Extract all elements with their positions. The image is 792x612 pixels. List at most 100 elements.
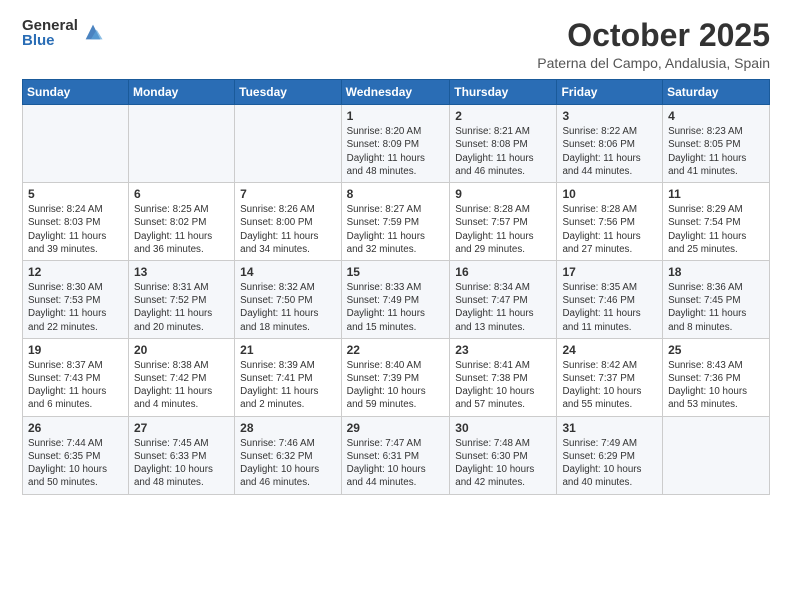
- day-info: Sunrise: 8:22 AM Sunset: 8:06 PM Dayligh…: [562, 125, 657, 178]
- title-area: October 2025 Paterna del Campo, Andalusi…: [537, 18, 770, 71]
- weekday-header-monday: Monday: [128, 80, 234, 105]
- calendar-day-6: 6 Sunrise: 8:25 AM Sunset: 8:02 PM Daylig…: [128, 183, 234, 261]
- day-info: Sunrise: 8:20 AM Sunset: 8:09 PM Dayligh…: [347, 125, 445, 178]
- weekday-header-friday: Friday: [557, 80, 663, 105]
- day-info: Sunrise: 8:32 AM Sunset: 7:50 PM Dayligh…: [240, 281, 335, 334]
- calendar-day-13: 13Sunrise: 8:31 AM Sunset: 7:52 PM Dayli…: [128, 260, 234, 338]
- calendar-day-1: 1 Sunrise: 8:20 AM Sunset: 8:09 PM Daylig…: [341, 105, 450, 183]
- day-info: Sunrise: 7:45 AM Sunset: 6:33 PM Dayligh…: [134, 437, 229, 490]
- day-info: Sunrise: 8:38 AM Sunset: 7:42 PM Dayligh…: [134, 359, 229, 412]
- day-number: 27: [134, 421, 229, 435]
- day-info: Sunrise: 8:42 AM Sunset: 7:37 PM Dayligh…: [562, 359, 657, 412]
- calendar-day-3: 3 Sunrise: 8:22 AM Sunset: 8:06 PM Daylig…: [557, 105, 663, 183]
- day-number: 29: [347, 421, 445, 435]
- day-number: 7: [240, 187, 335, 201]
- calendar-day-26: 26Sunrise: 7:44 AM Sunset: 6:35 PM Dayli…: [23, 416, 129, 494]
- calendar-day-12: 12 Sunrise: 8:30 AM Sunset: 7:53 PM Dayli…: [23, 260, 129, 338]
- day-number: 17: [562, 265, 657, 279]
- day-number: 30: [455, 421, 551, 435]
- day-number: 12: [28, 265, 123, 279]
- calendar-day-5: 5 Sunrise: 8:24 AM Sunset: 8:03 PM Daylig…: [23, 183, 129, 261]
- day-info: Sunrise: 8:36 AM Sunset: 7:45 PM Dayligh…: [668, 281, 764, 334]
- day-info: Sunrise: 8:34 AM Sunset: 7:47 PM Dayligh…: [455, 281, 551, 334]
- day-info: Sunrise: 8:23 AM Sunset: 8:05 PM Dayligh…: [668, 125, 764, 178]
- day-info: Sunrise: 7:46 AM Sunset: 6:32 PM Dayligh…: [240, 437, 335, 490]
- day-number: 22: [347, 343, 445, 357]
- logo-general: General: [22, 18, 78, 33]
- calendar-day-29: 29Sunrise: 7:47 AM Sunset: 6:31 PM Dayli…: [341, 416, 450, 494]
- calendar-day-7: 7 Sunrise: 8:26 AM Sunset: 8:00 PM Daylig…: [235, 183, 341, 261]
- calendar-day-empty: [235, 105, 341, 183]
- calendar-day-31: 31Sunrise: 7:49 AM Sunset: 6:29 PM Dayli…: [557, 416, 663, 494]
- day-number: 2: [455, 109, 551, 123]
- day-info: Sunrise: 8:33 AM Sunset: 7:49 PM Dayligh…: [347, 281, 445, 334]
- day-number: 5: [28, 187, 123, 201]
- calendar-day-24: 24Sunrise: 8:42 AM Sunset: 7:37 PM Dayli…: [557, 338, 663, 416]
- day-info: Sunrise: 8:39 AM Sunset: 7:41 PM Dayligh…: [240, 359, 335, 412]
- calendar-day-4: 4 Sunrise: 8:23 AM Sunset: 8:05 PM Daylig…: [663, 105, 770, 183]
- calendar-day-21: 21 Sunrise: 8:39 AM Sunset: 7:41 PM Dayli…: [235, 338, 341, 416]
- day-number: 28: [240, 421, 335, 435]
- logo: General Blue: [22, 18, 104, 48]
- day-number: 14: [240, 265, 335, 279]
- calendar-day-10: 10Sunrise: 8:28 AM Sunset: 7:56 PM Dayli…: [557, 183, 663, 261]
- calendar-day-30: 30 Sunrise: 7:48 AM Sunset: 6:30 PM Dayli…: [450, 416, 557, 494]
- weekday-header-thursday: Thursday: [450, 80, 557, 105]
- calendar-week-row: 5 Sunrise: 8:24 AM Sunset: 8:03 PM Daylig…: [23, 183, 770, 261]
- day-info: Sunrise: 8:43 AM Sunset: 7:36 PM Dayligh…: [668, 359, 764, 412]
- day-number: 11: [668, 187, 764, 201]
- day-info: Sunrise: 8:35 AM Sunset: 7:46 PM Dayligh…: [562, 281, 657, 334]
- day-info: Sunrise: 7:48 AM Sunset: 6:30 PM Dayligh…: [455, 437, 551, 490]
- day-number: 9: [455, 187, 551, 201]
- day-number: 4: [668, 109, 764, 123]
- calendar-day-16: 16 Sunrise: 8:34 AM Sunset: 7:47 PM Dayli…: [450, 260, 557, 338]
- day-info: Sunrise: 8:26 AM Sunset: 8:00 PM Dayligh…: [240, 203, 335, 256]
- day-number: 6: [134, 187, 229, 201]
- day-info: Sunrise: 8:30 AM Sunset: 7:53 PM Dayligh…: [28, 281, 123, 334]
- day-number: 21: [240, 343, 335, 357]
- calendar-day-22: 22 Sunrise: 8:40 AM Sunset: 7:39 PM Dayli…: [341, 338, 450, 416]
- day-number: 23: [455, 343, 551, 357]
- day-number: 1: [347, 109, 445, 123]
- day-number: 16: [455, 265, 551, 279]
- calendar-day-15: 15Sunrise: 8:33 AM Sunset: 7:49 PM Dayli…: [341, 260, 450, 338]
- calendar-day-23: 23 Sunrise: 8:41 AM Sunset: 7:38 PM Dayli…: [450, 338, 557, 416]
- day-info: Sunrise: 8:40 AM Sunset: 7:39 PM Dayligh…: [347, 359, 445, 412]
- calendar-day-25: 25 Sunrise: 8:43 AM Sunset: 7:36 PM Dayli…: [663, 338, 770, 416]
- calendar-week-row: 12 Sunrise: 8:30 AM Sunset: 7:53 PM Dayli…: [23, 260, 770, 338]
- day-number: 20: [134, 343, 229, 357]
- calendar-day-28: 28 Sunrise: 7:46 AM Sunset: 6:32 PM Dayli…: [235, 416, 341, 494]
- calendar-day-17: 17 Sunrise: 8:35 AM Sunset: 7:46 PM Dayli…: [557, 260, 663, 338]
- weekday-header-saturday: Saturday: [663, 80, 770, 105]
- month-title: October 2025: [537, 18, 770, 53]
- day-info: Sunrise: 8:27 AM Sunset: 7:59 PM Dayligh…: [347, 203, 445, 256]
- calendar-week-row: 26Sunrise: 7:44 AM Sunset: 6:35 PM Dayli…: [23, 416, 770, 494]
- day-info: Sunrise: 8:28 AM Sunset: 7:56 PM Dayligh…: [562, 203, 657, 256]
- calendar-day-8: 8 Sunrise: 8:27 AM Sunset: 7:59 PM Daylig…: [341, 183, 450, 261]
- day-number: 3: [562, 109, 657, 123]
- calendar-week-row: 1 Sunrise: 8:20 AM Sunset: 8:09 PM Daylig…: [23, 105, 770, 183]
- day-info: Sunrise: 8:24 AM Sunset: 8:03 PM Dayligh…: [28, 203, 123, 256]
- logo-text: General Blue: [22, 18, 78, 48]
- weekday-header-wednesday: Wednesday: [341, 80, 450, 105]
- day-info: Sunrise: 8:21 AM Sunset: 8:08 PM Dayligh…: [455, 125, 551, 178]
- calendar-day-14: 14 Sunrise: 8:32 AM Sunset: 7:50 PM Dayli…: [235, 260, 341, 338]
- day-info: Sunrise: 8:41 AM Sunset: 7:38 PM Dayligh…: [455, 359, 551, 412]
- calendar-day-27: 27 Sunrise: 7:45 AM Sunset: 6:33 PM Dayli…: [128, 416, 234, 494]
- calendar-week-row: 19Sunrise: 8:37 AM Sunset: 7:43 PM Dayli…: [23, 338, 770, 416]
- location-title: Paterna del Campo, Andalusia, Spain: [537, 55, 770, 71]
- day-number: 8: [347, 187, 445, 201]
- header-area: General Blue October 2025 Paterna del Ca…: [22, 18, 770, 71]
- calendar-day-18: 18Sunrise: 8:36 AM Sunset: 7:45 PM Dayli…: [663, 260, 770, 338]
- calendar-day-empty: [23, 105, 129, 183]
- calendar-day-19: 19Sunrise: 8:37 AM Sunset: 7:43 PM Dayli…: [23, 338, 129, 416]
- day-number: 25: [668, 343, 764, 357]
- day-info: Sunrise: 8:29 AM Sunset: 7:54 PM Dayligh…: [668, 203, 764, 256]
- calendar: SundayMondayTuesdayWednesdayThursdayFrid…: [22, 79, 770, 494]
- weekday-header-sunday: Sunday: [23, 80, 129, 105]
- logo-icon: [82, 21, 104, 43]
- weekday-header-row: SundayMondayTuesdayWednesdayThursdayFrid…: [23, 80, 770, 105]
- weekday-header-tuesday: Tuesday: [235, 80, 341, 105]
- day-info: Sunrise: 8:25 AM Sunset: 8:02 PM Dayligh…: [134, 203, 229, 256]
- calendar-day-20: 20 Sunrise: 8:38 AM Sunset: 7:42 PM Dayli…: [128, 338, 234, 416]
